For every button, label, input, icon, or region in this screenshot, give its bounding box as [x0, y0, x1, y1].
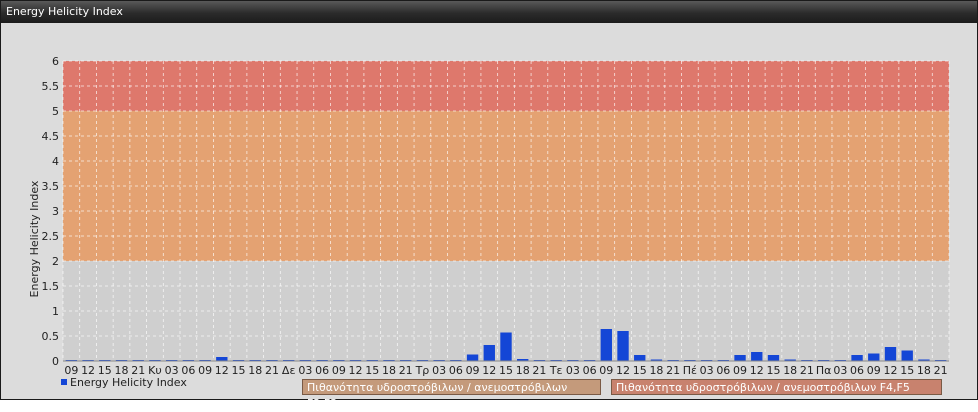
x-tick-label: 18 [917, 364, 931, 377]
x-tick-label: 09 [466, 364, 480, 377]
y-tick-label: 0.5 [42, 330, 60, 343]
y-tick-label: 4 [52, 155, 59, 168]
bar-mark [868, 353, 880, 361]
x-tick-label: 18 [516, 364, 530, 377]
chart-area: Energy Helicity Index 0 0.5 1 1.5 2 2.5 3 3.5 4 4… [1, 23, 977, 399]
x-tick-label: 15 [633, 364, 647, 377]
y-tick-label: 4.5 [42, 130, 60, 143]
x-tick-label: 06 [583, 364, 597, 377]
title-bar: Energy Helicity Index [1, 1, 977, 23]
x-tick-label: 15 [365, 364, 379, 377]
y-axis-label: Energy Helicity Index [28, 180, 41, 297]
legend-swatch [61, 379, 67, 385]
x-tick-label: 21 [666, 364, 680, 377]
x-tick-label: 21 [934, 364, 948, 377]
bar-mark [751, 352, 763, 361]
y-tick-label: 1 [52, 305, 59, 318]
bar-mark [851, 355, 863, 361]
x-tick-label: 03 [566, 364, 580, 377]
x-tick-label: 18 [248, 364, 262, 377]
x-tick-label: 21 [532, 364, 546, 377]
bar-mark [617, 331, 629, 361]
x-tick-label: 15 [499, 364, 513, 377]
x-tick-label: 15 [900, 364, 914, 377]
x-tick-label: 18 [382, 364, 396, 377]
x-tick-label: 21 [399, 364, 413, 377]
x-tick-label: 09 [733, 364, 747, 377]
bar-mark [600, 329, 612, 361]
bar-mark [634, 355, 646, 361]
x-tick-label: 06 [716, 364, 730, 377]
x-tick-label: 09 [198, 364, 212, 377]
x-tick-label: 12 [883, 364, 897, 377]
chart-window: Energy Helicity Index Energy Helicity In… [0, 0, 978, 410]
bar-mark [216, 357, 228, 361]
y-tick-label: 2 [52, 255, 59, 268]
bar-mark [500, 332, 512, 361]
y-tick-label: 3.5 [42, 180, 60, 193]
bar-mark [466, 354, 479, 361]
window-title: Energy Helicity Index [6, 5, 123, 18]
x-tick-label: 03 [298, 364, 312, 377]
bar-mark [884, 347, 897, 361]
x-tick-label: 12 [349, 364, 363, 377]
band-label-f4-f5: Πιθανότητα υδροστρόβιλων / ανεμοστρόβιλω… [611, 379, 942, 395]
x-tick-label: 15 [766, 364, 780, 377]
x-tick-label: 03 [833, 364, 847, 377]
x-tick-label: 06 [315, 364, 329, 377]
x-tick-label: 09 [332, 364, 346, 377]
x-tick-label: 12 [750, 364, 764, 377]
y-tick-label: 3 [52, 205, 59, 218]
x-tick-label: 18 [783, 364, 797, 377]
x-tick-label: 18 [649, 364, 663, 377]
x-tick-label: 03 [432, 364, 446, 377]
x-tick-label: 12 [616, 364, 630, 377]
x-tick-label: Τρ [415, 364, 430, 377]
x-tick-label: 12 [482, 364, 496, 377]
x-tick-label: 06 [850, 364, 864, 377]
x-tick-label: 21 [800, 364, 814, 377]
y-tick-label: 0 [52, 355, 59, 368]
x-tick-label: Τε [549, 364, 563, 377]
y-tick-label: 6 [52, 55, 59, 68]
legend-label: Energy Helicity Index [70, 376, 187, 389]
x-tick-label: 09 [867, 364, 881, 377]
x-tick-label: 21 [265, 364, 279, 377]
bar-mark [901, 350, 913, 361]
band-label-f2-f3: Πιθανότητα υδροστρόβιλων / ανεμοστρόβιλω… [302, 379, 601, 410]
y-tick-label: 1.5 [42, 280, 60, 293]
bar-mark [767, 355, 780, 361]
y-tick-label: 5.5 [42, 80, 60, 93]
x-tick-label: Πα [816, 364, 832, 377]
bar-mark [734, 355, 746, 361]
x-tick-label: 06 [449, 364, 463, 377]
y-tick-label: 2.5 [42, 230, 60, 243]
x-tick-label: Πέ [683, 364, 697, 377]
x-tick-label: 03 [700, 364, 714, 377]
x-tick-label: 15 [232, 364, 246, 377]
ehi-chart: Energy Helicity Index 0 0.5 1 1.5 2 2.5 3 3.5 4 4… [28, 55, 950, 377]
y-tick-label: 5 [52, 105, 59, 118]
x-tick-label: Δε [282, 364, 296, 377]
bar-mark [483, 345, 495, 361]
x-tick-label: 12 [215, 364, 229, 377]
legend: Energy Helicity Index [61, 376, 187, 390]
x-tick-label: 09 [599, 364, 613, 377]
